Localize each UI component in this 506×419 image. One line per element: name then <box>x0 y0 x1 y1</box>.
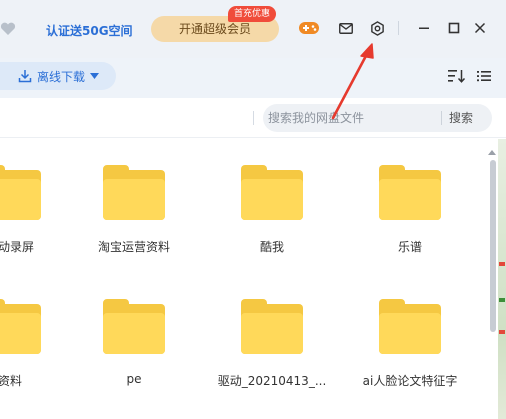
search-divider <box>441 111 442 125</box>
offline-download-label: 离线下载 <box>37 69 86 84</box>
folder-icon <box>103 165 165 222</box>
folder-icon <box>0 299 41 356</box>
desktop-mark <box>499 298 505 302</box>
folder-name: 自动录屏 <box>0 240 34 254</box>
desktop-mark <box>499 262 505 266</box>
first-charge-badge: 首充优惠 <box>228 6 277 22</box>
folder-name: pe <box>126 372 142 386</box>
scroll-up-arrow-icon[interactable] <box>488 150 496 155</box>
folder-icon <box>379 299 441 356</box>
folder-name: 资料 <box>0 374 22 388</box>
folder-item[interactable]: 乐谱 <box>355 144 465 264</box>
folder-name: 酷我 <box>259 240 284 254</box>
folder-item[interactable]: 自动录屏 <box>0 144 65 264</box>
folder-name: 淘宝运营资料 <box>97 240 170 254</box>
baidu-netdisk-window: 认证送50G空间 开通超级会员 首充优惠 离线下载 搜索我的网盘文件 搜索 动录… <box>0 0 506 419</box>
folder-item[interactable]: pe <box>79 278 189 398</box>
maximize-icon[interactable] <box>443 17 465 39</box>
search-box: 搜索 <box>263 104 492 132</box>
download-icon <box>18 70 32 83</box>
list-view-icon[interactable] <box>474 66 494 86</box>
mail-icon[interactable] <box>335 17 357 39</box>
folder-item[interactable]: 酷我 <box>217 144 327 264</box>
vertical-scrollbar[interactable] <box>486 146 498 419</box>
heart-icon[interactable] <box>0 22 16 36</box>
folder-icon <box>241 299 303 356</box>
folder-icon <box>0 165 41 222</box>
folder-item[interactable]: 淘宝运营资料 <box>79 144 189 264</box>
toolbar: 离线下载 <box>0 58 506 98</box>
game-icon[interactable] <box>298 17 320 39</box>
folder-item[interactable]: ai人脸论文特征字 <box>355 278 465 398</box>
offline-download-button[interactable]: 离线下载 <box>0 62 116 90</box>
folder-icon <box>379 165 441 222</box>
folder-name: 驱动_20210413_... <box>217 374 327 388</box>
desktop-background-strip <box>498 139 506 419</box>
folder-icon <box>241 165 303 222</box>
folder-item[interactable]: 资料 <box>0 278 65 398</box>
address-divider <box>253 111 254 125</box>
folder-icon <box>103 299 165 356</box>
search-input[interactable] <box>263 104 441 132</box>
desktop-mark <box>499 330 505 334</box>
scrollbar-thumb[interactable] <box>490 160 496 332</box>
chevron-down-icon <box>90 73 100 79</box>
settings-gear-icon[interactable] <box>366 17 388 39</box>
sort-icon[interactable] <box>447 66 467 86</box>
folder-item[interactable]: 驱动_20210413_... <box>217 278 327 398</box>
titlebar-divider <box>398 21 399 35</box>
minimize-icon[interactable] <box>413 17 435 39</box>
search-button[interactable]: 搜索 <box>449 104 473 132</box>
file-grid: 自动录屏 淘宝运营资料 酷我 乐谱 资料 pe 驱动_20210413_... <box>0 139 486 419</box>
close-icon[interactable] <box>469 17 491 39</box>
storage-promo-link[interactable]: 认证送50G空间 <box>46 22 133 39</box>
folder-name: ai人脸论文特征字 <box>362 374 458 388</box>
title-bar: 认证送50G空间 开通超级会员 首充优惠 <box>0 0 506 58</box>
folder-name: 乐谱 <box>397 240 422 254</box>
